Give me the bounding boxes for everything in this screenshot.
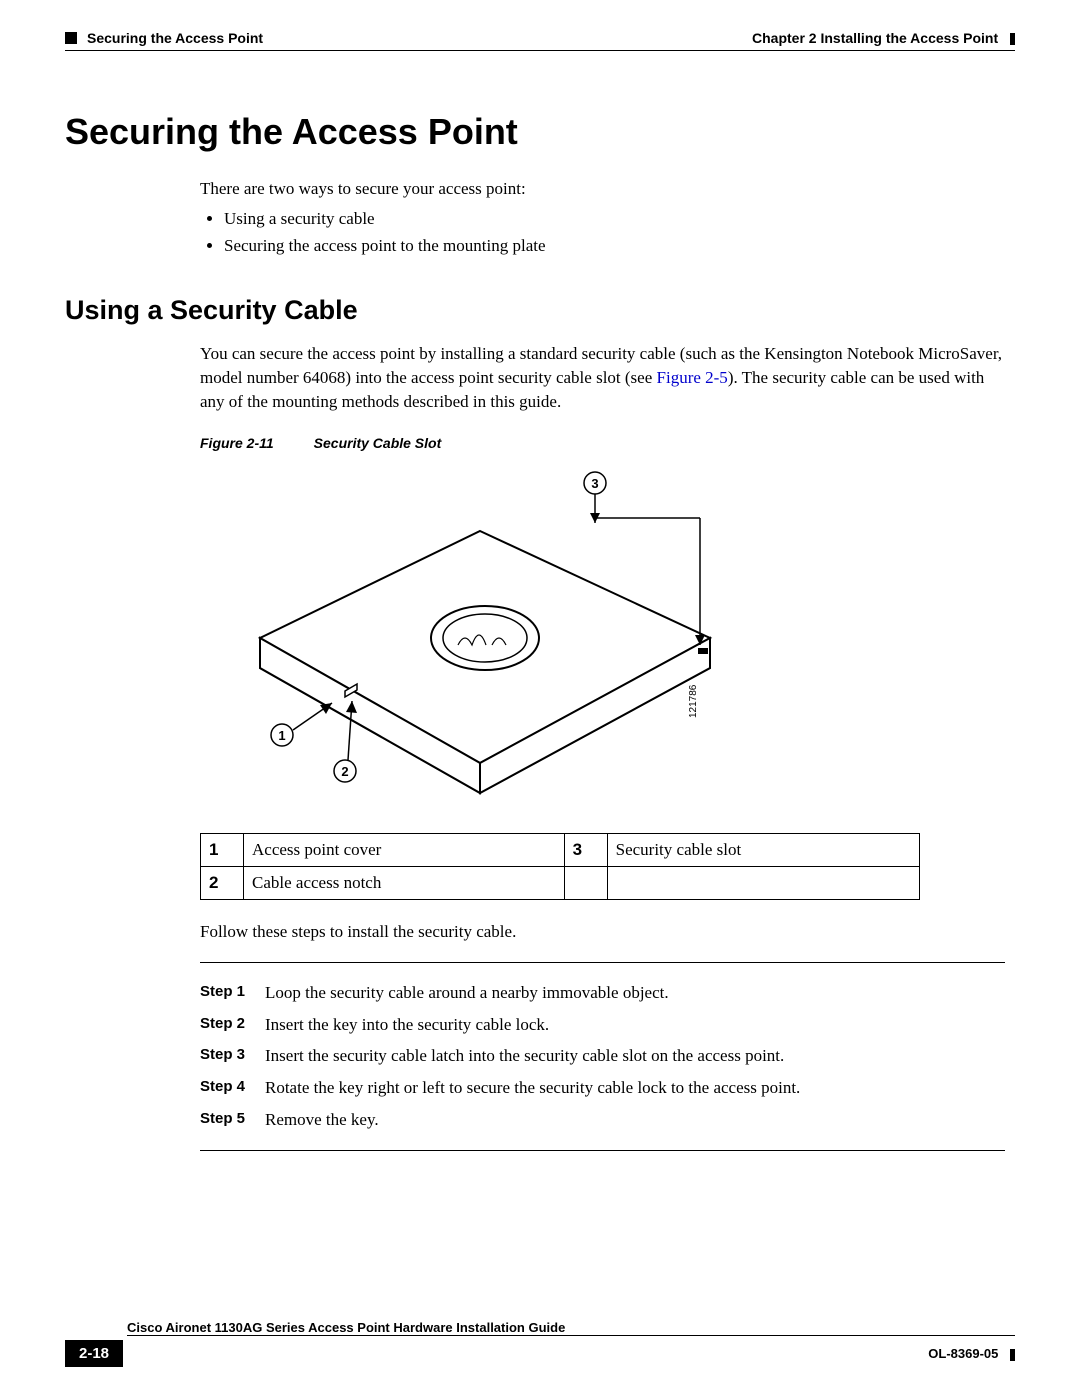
legend-text: Access point cover: [244, 834, 565, 867]
section-paragraph: You can secure the access point by insta…: [200, 342, 1005, 413]
section-heading: Using a Security Cable: [65, 295, 1015, 326]
svg-text:121786: 121786: [688, 685, 699, 719]
steps-list: Step 1 Loop the security cable around a …: [200, 981, 1005, 1132]
step-text: Insert the key into the security cable l…: [265, 1013, 1005, 1037]
bullet-item: Securing the access point to the mountin…: [224, 234, 1005, 258]
svg-text:1: 1: [278, 728, 285, 743]
step-text: Remove the key.: [265, 1108, 1005, 1132]
header-square-icon: [65, 32, 77, 44]
step-label: Step 1: [200, 981, 265, 1005]
legend-num: 3: [564, 834, 607, 867]
legend-empty: [607, 867, 919, 900]
footer-doc-number: OL-8369-05: [928, 1346, 1015, 1361]
figure-caption: Figure 2-11Security Cable Slot: [200, 434, 1005, 454]
intro-block: There are two ways to secure your access…: [200, 177, 1005, 257]
legend-empty: [564, 867, 607, 900]
intro-text: There are two ways to secure your access…: [200, 177, 1005, 201]
section-body: You can secure the access point by insta…: [200, 342, 1005, 1150]
header-chapter: Chapter 2 Installing the Access Point: [752, 30, 1015, 46]
legend-num: 1: [201, 834, 244, 867]
footer-guide-title: Cisco Aironet 1130AG Series Access Point…: [127, 1320, 565, 1335]
table-row: 1 Access point cover 3 Security cable sl…: [201, 834, 920, 867]
step-text: Insert the security cable latch into the…: [265, 1044, 1005, 1068]
step-label: Step 3: [200, 1044, 265, 1068]
page-footer: Cisco Aironet 1130AG Series Access Point…: [65, 1320, 1015, 1367]
step-label: Step 5: [200, 1108, 265, 1132]
step-text: Rotate the key right or left to secure t…: [265, 1076, 1005, 1100]
figure-xref-link[interactable]: Figure 2-5: [657, 368, 728, 387]
bullet-item: Using a security cable: [224, 207, 1005, 231]
footer-rule: [127, 1335, 1015, 1336]
svg-text:2: 2: [341, 764, 348, 779]
legend-num: 2: [201, 867, 244, 900]
device-diagram-icon: 3 1 2 121786: [200, 463, 760, 823]
legend-text: Cable access notch: [244, 867, 565, 900]
header-left: Securing the Access Point: [65, 30, 263, 46]
running-header: Securing the Access Point Chapter 2 Inst…: [65, 30, 1015, 46]
page-title: Securing the Access Point: [65, 111, 1015, 153]
legend-text: Security cable slot: [607, 834, 919, 867]
page: Securing the Access Point Chapter 2 Inst…: [0, 0, 1080, 1199]
rule: [200, 1150, 1005, 1151]
page-number: 2-18: [65, 1340, 123, 1367]
footer-bar-icon: [1010, 1349, 1015, 1361]
svg-text:3: 3: [591, 476, 598, 491]
step-label: Step 2: [200, 1013, 265, 1037]
rule: [200, 962, 1005, 963]
follow-text: Follow these steps to install the securi…: [200, 920, 1005, 944]
header-section-title: Securing the Access Point: [87, 30, 263, 46]
step-text: Loop the security cable around a nearby …: [265, 981, 1005, 1005]
header-bar-icon: [1010, 33, 1015, 45]
figure: 3 1 2 121786: [200, 463, 1005, 823]
figure-legend-table: 1 Access point cover 3 Security cable sl…: [200, 833, 920, 900]
step-label: Step 4: [200, 1076, 265, 1100]
intro-bullets: Using a security cable Securing the acce…: [200, 207, 1005, 258]
header-rule: [65, 50, 1015, 51]
table-row: 2 Cable access notch: [201, 867, 920, 900]
